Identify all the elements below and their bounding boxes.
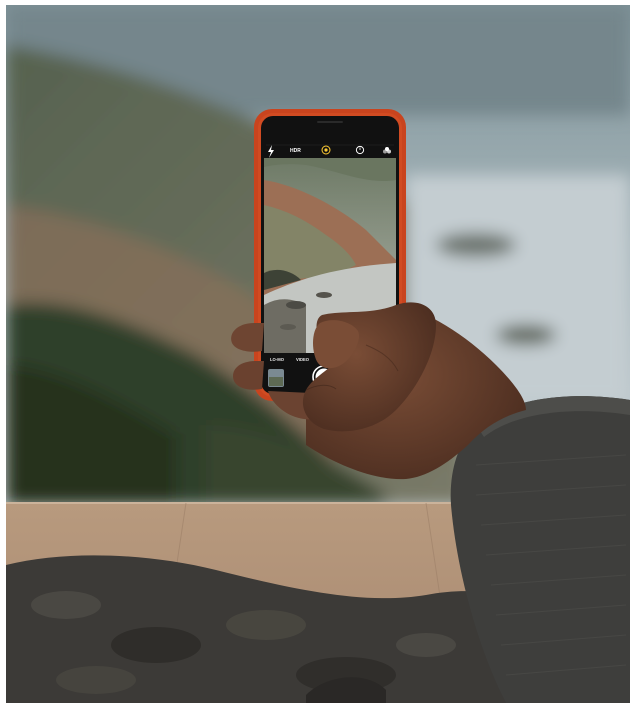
hdr-label[interactable]: HDR: [290, 148, 301, 154]
mode-video[interactable]: VIDEO: [296, 357, 310, 362]
photo-scene: HDR LO-MO VIDEO: [6, 5, 630, 703]
mode-lomo[interactable]: LO-MO: [270, 357, 285, 362]
scene-illustration: HDR LO-MO VIDEO: [6, 5, 630, 703]
